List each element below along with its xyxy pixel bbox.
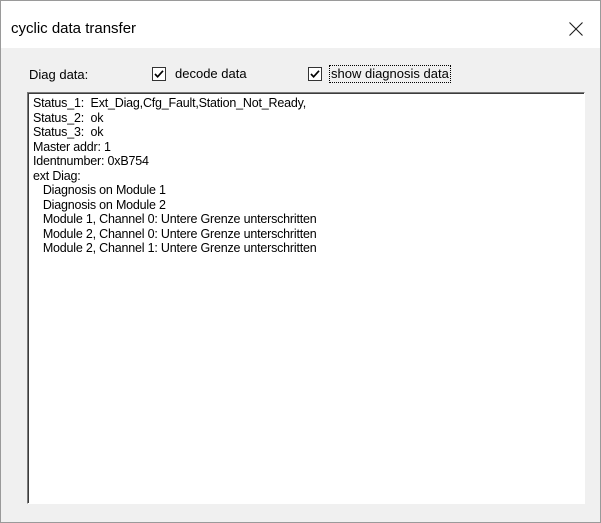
show-diagnosis-data-label[interactable]: show diagnosis data — [329, 65, 451, 83]
diagnosis-line-status-2: Status_2: ok — [33, 110, 104, 125]
diagnosis-line-m2-ch1: Module 2, Channel 1: Untere Grenze unter… — [33, 241, 317, 255]
show-diagnosis-data-checkbox[interactable]: show diagnosis data — [308, 65, 451, 83]
diagnosis-line-status-3: Status_3: ok — [33, 125, 104, 139]
diagnosis-line-module-2: Diagnosis on Module 2 — [33, 197, 166, 212]
diag-data-label: Diag data: — [29, 67, 89, 82]
diagnosis-text-area[interactable]: Status_1: Ext_Diag,Cfg_Fault,Station_Not… — [27, 92, 585, 504]
window-title: cyclic data transfer — [11, 20, 137, 37]
decode-data-checkbox-box[interactable] — [152, 67, 166, 81]
checkmark-icon — [310, 70, 320, 79]
dialog-client-area: Diag data: decode data show diagnosis da… — [1, 48, 600, 522]
checkmark-icon — [154, 70, 164, 79]
diagnosis-line-status-1: Status_1: Ext_Diag,Cfg_Fault,Station_Not… — [33, 96, 306, 110]
decode-data-checkbox[interactable]: decode data — [152, 65, 248, 83]
close-button[interactable] — [554, 9, 600, 45]
dialog-window: cyclic data transfer Diag data: decode d… — [0, 0, 601, 523]
diagnosis-lines: Status_1: Ext_Diag,Cfg_Fault,Station_Not… — [33, 96, 317, 256]
decode-data-label[interactable]: decode data — [174, 66, 248, 82]
diagnosis-line-m1-ch0: Module 1, Channel 0: Untere Grenze unter… — [33, 212, 317, 226]
close-icon — [569, 22, 583, 36]
diagnosis-line-ext-diag: ext Diag: — [33, 168, 81, 183]
title-bar[interactable]: cyclic data transfer — [1, 1, 600, 48]
diagnosis-line-identnumber: Identnumber: 0xB754 — [33, 154, 149, 168]
diagnosis-line-module-1: Diagnosis on Module 1 — [33, 183, 166, 197]
show-diagnosis-data-checkbox-box[interactable] — [308, 67, 322, 81]
diagnosis-line-master-addr: Master addr: 1 — [33, 139, 111, 154]
diagnosis-line-m2-ch0: Module 2, Channel 0: Untere Grenze unter… — [33, 226, 317, 241]
